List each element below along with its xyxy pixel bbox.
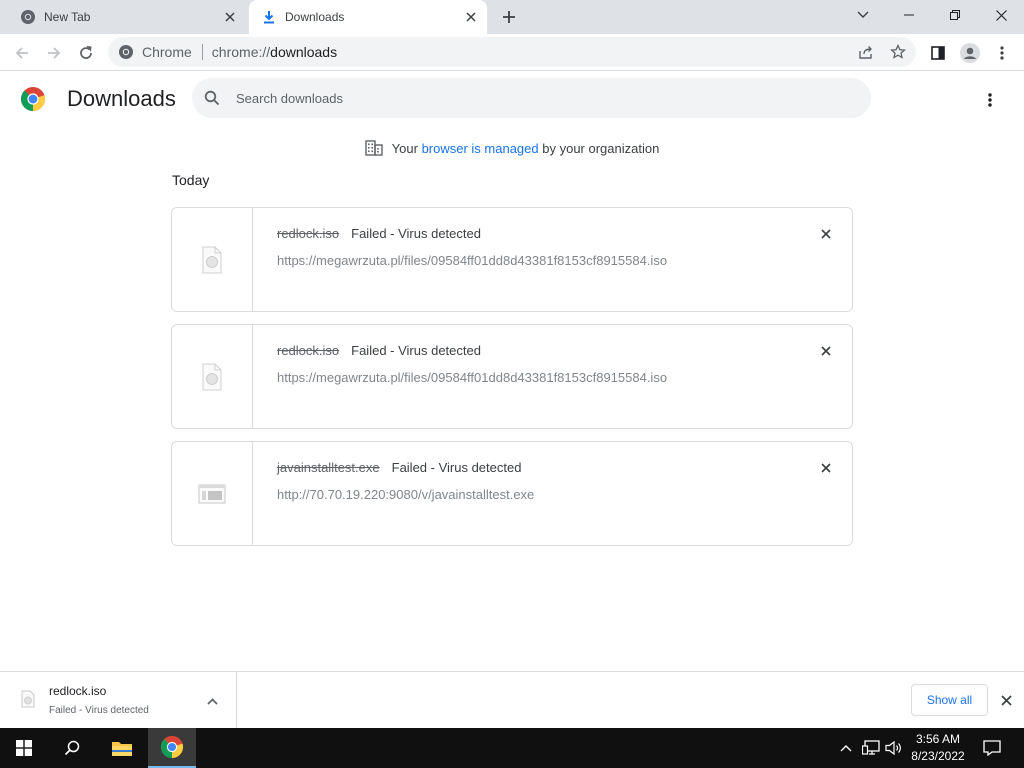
start-button[interactable]	[0, 728, 48, 768]
download-filename: javainstalltest.exe	[277, 460, 380, 475]
shelf-filename: redlock.iso	[49, 684, 107, 698]
download-status: Failed - Virus detected	[351, 226, 481, 241]
side-panel-icon[interactable]	[924, 39, 952, 67]
downloads-header: Downloads	[0, 72, 1024, 128]
reload-button[interactable]	[72, 39, 100, 67]
notifications-icon[interactable]	[982, 738, 1002, 758]
managed-link[interactable]: browser is managed	[422, 141, 539, 156]
new-tab-button[interactable]	[497, 7, 521, 27]
page-title: Downloads	[67, 86, 176, 111]
site-info-chip[interactable]: Chrome	[118, 44, 192, 60]
search-taskbar-button[interactable]	[48, 728, 96, 768]
chrome-logo-icon	[21, 87, 45, 111]
building-icon	[364, 140, 383, 156]
close-tab-icon[interactable]	[461, 7, 481, 27]
more-actions-icon[interactable]	[978, 88, 1002, 112]
restore-button[interactable]	[932, 0, 978, 30]
search-downloads-box[interactable]	[192, 78, 871, 118]
chrome-taskbar-button[interactable]	[148, 728, 196, 768]
download-icon	[261, 9, 277, 25]
windows-taskbar: 3:56 AM 8/23/2022	[0, 728, 1024, 768]
site-label: Chrome	[142, 44, 192, 60]
windows-logo-icon	[16, 740, 32, 756]
minimize-button[interactable]	[886, 0, 932, 30]
chevron-up-icon[interactable]	[202, 691, 222, 711]
back-button[interactable]	[8, 39, 36, 67]
file-icon	[172, 325, 253, 428]
show-all-button[interactable]: Show all	[911, 684, 988, 716]
exe-icon	[172, 442, 253, 545]
remove-item-icon[interactable]	[816, 341, 836, 361]
download-filename: redlock.iso	[277, 343, 340, 358]
tab-search-chevron-icon[interactable]	[840, 0, 886, 30]
bookmark-star-icon[interactable]	[888, 42, 908, 62]
chrome-favicon-icon	[20, 9, 36, 25]
file-icon	[21, 690, 35, 713]
download-shelf: redlock.iso Failed - Virus detected Show…	[0, 671, 1024, 729]
download-item: javainstalltest.exe Failed - Virus detect…	[171, 441, 853, 546]
clock-time: 3:56 AM	[915, 732, 961, 746]
managed-notice: Your browser is managed by your organiza…	[0, 140, 1024, 156]
share-icon[interactable]	[856, 42, 876, 62]
search-icon	[64, 740, 80, 756]
browser-toolbar: Chrome chrome://downloads	[0, 34, 1024, 71]
download-item: redlock.iso Failed - Virus detected https…	[171, 207, 853, 312]
close-shelf-icon[interactable]	[996, 690, 1016, 710]
remove-item-icon[interactable]	[816, 458, 836, 478]
file-explorer-button[interactable]	[98, 728, 146, 768]
url-text[interactable]: chrome://downloads	[212, 44, 337, 60]
tab-downloads[interactable]: Downloads	[249, 0, 487, 34]
download-item: redlock.iso Failed - Virus detected https…	[171, 324, 853, 429]
remove-item-icon[interactable]	[816, 224, 836, 244]
volume-icon[interactable]	[884, 738, 904, 758]
system-clock[interactable]: 3:56 AM 8/23/2022	[903, 731, 973, 765]
search-input[interactable]	[236, 90, 736, 106]
tab-strip: New Tab Downloads	[0, 0, 1024, 34]
network-icon[interactable]	[861, 738, 881, 758]
date-section-label: Today	[172, 172, 210, 188]
show-hidden-icons-chevron-icon[interactable]	[836, 738, 856, 758]
shelf-status: Failed - Virus detected	[49, 705, 149, 716]
close-tab-icon[interactable]	[220, 7, 240, 27]
profile-avatar-icon[interactable]	[956, 39, 984, 67]
download-source-url[interactable]: https://megawrzuta.pl/files/09584ff01dd8…	[277, 253, 667, 268]
chrome-menu-icon[interactable]	[988, 39, 1016, 67]
tab-new-tab[interactable]: New Tab	[8, 0, 246, 34]
search-icon	[204, 89, 222, 107]
close-window-button[interactable]	[978, 0, 1024, 30]
address-bar[interactable]: Chrome chrome://downloads	[108, 37, 916, 67]
download-source-url[interactable]: https://megawrzuta.pl/files/09584ff01dd8…	[277, 370, 667, 385]
file-icon	[172, 208, 253, 311]
download-filename: redlock.iso	[277, 226, 340, 241]
omnibox-divider	[201, 44, 203, 60]
download-status: Failed - Virus detected	[391, 460, 522, 475]
forward-button[interactable]	[40, 39, 68, 67]
clock-date: 8/23/2022	[911, 749, 965, 763]
managed-suffix: by your organization	[542, 140, 660, 156]
folder-icon	[112, 742, 132, 756]
download-source-url[interactable]: http://70.70.19.220:9080/v/javainstallte…	[277, 487, 534, 502]
managed-prefix: Your	[391, 140, 418, 156]
chrome-site-icon	[119, 45, 133, 59]
chrome-logo-icon	[160, 735, 184, 759]
tab-title: Downloads	[285, 10, 345, 24]
shelf-download-item[interactable]: redlock.iso Failed - Virus detected	[0, 672, 237, 729]
download-status: Failed - Virus detected	[351, 343, 481, 358]
tab-title: New Tab	[44, 10, 91, 24]
